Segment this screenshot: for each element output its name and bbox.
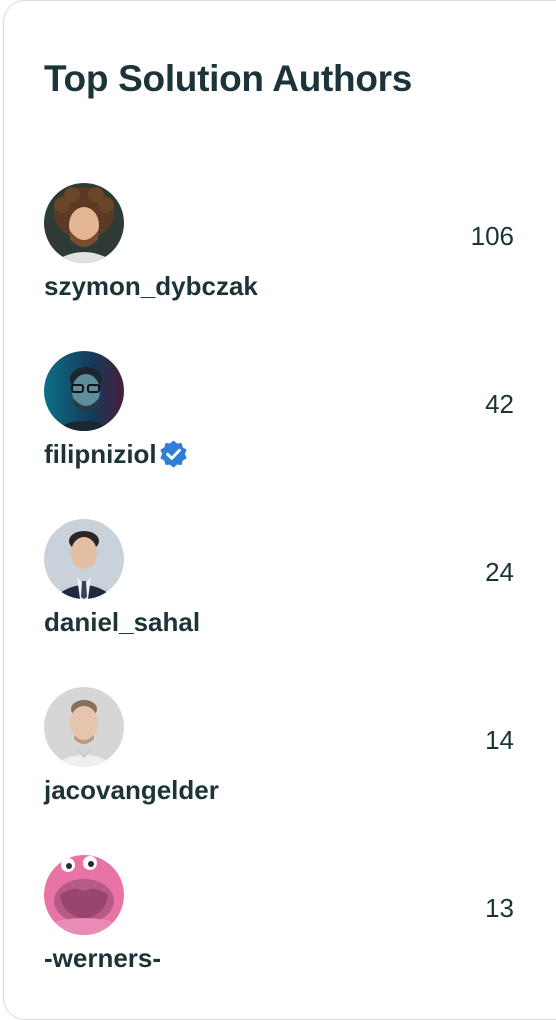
avatar-curly-hair-beard-icon xyxy=(44,183,124,263)
author-row: filipniziol 42 xyxy=(0,351,556,481)
solution-count: 106 xyxy=(470,221,514,251)
avatar-light-shirt-icon xyxy=(44,687,124,767)
author-username[interactable]: szymon_dybczak xyxy=(44,269,258,303)
avatar[interactable] xyxy=(44,351,124,431)
author-username[interactable]: jacovangelder xyxy=(44,773,219,807)
solution-count: 13 xyxy=(485,893,514,923)
author-row: szymon_dybczak 106 xyxy=(0,183,556,313)
widget-title: Top Solution Authors xyxy=(44,58,413,99)
avatar[interactable] xyxy=(44,855,124,935)
author-row: jacovangelder 14 xyxy=(0,687,556,817)
solution-count: 14 xyxy=(485,725,514,755)
avatar[interactable] xyxy=(44,519,124,599)
solution-count: 24 xyxy=(485,557,514,587)
author-username[interactable]: -werners- xyxy=(44,941,161,975)
avatar-glasses-blue-light-icon xyxy=(44,351,124,431)
avatar[interactable] xyxy=(44,687,124,767)
author-username[interactable]: daniel_sahal xyxy=(44,605,200,639)
solution-count: 42 xyxy=(485,389,514,419)
author-row: daniel_sahal 24 xyxy=(0,519,556,649)
author-row: -werners- 13 xyxy=(0,855,556,985)
author-username[interactable]: filipniziol xyxy=(44,437,189,471)
verified-badge-icon xyxy=(159,439,187,468)
avatar[interactable] xyxy=(44,183,124,263)
avatar-pink-cartoon-icon xyxy=(44,855,124,935)
avatar-suit-tie-icon xyxy=(44,519,124,599)
